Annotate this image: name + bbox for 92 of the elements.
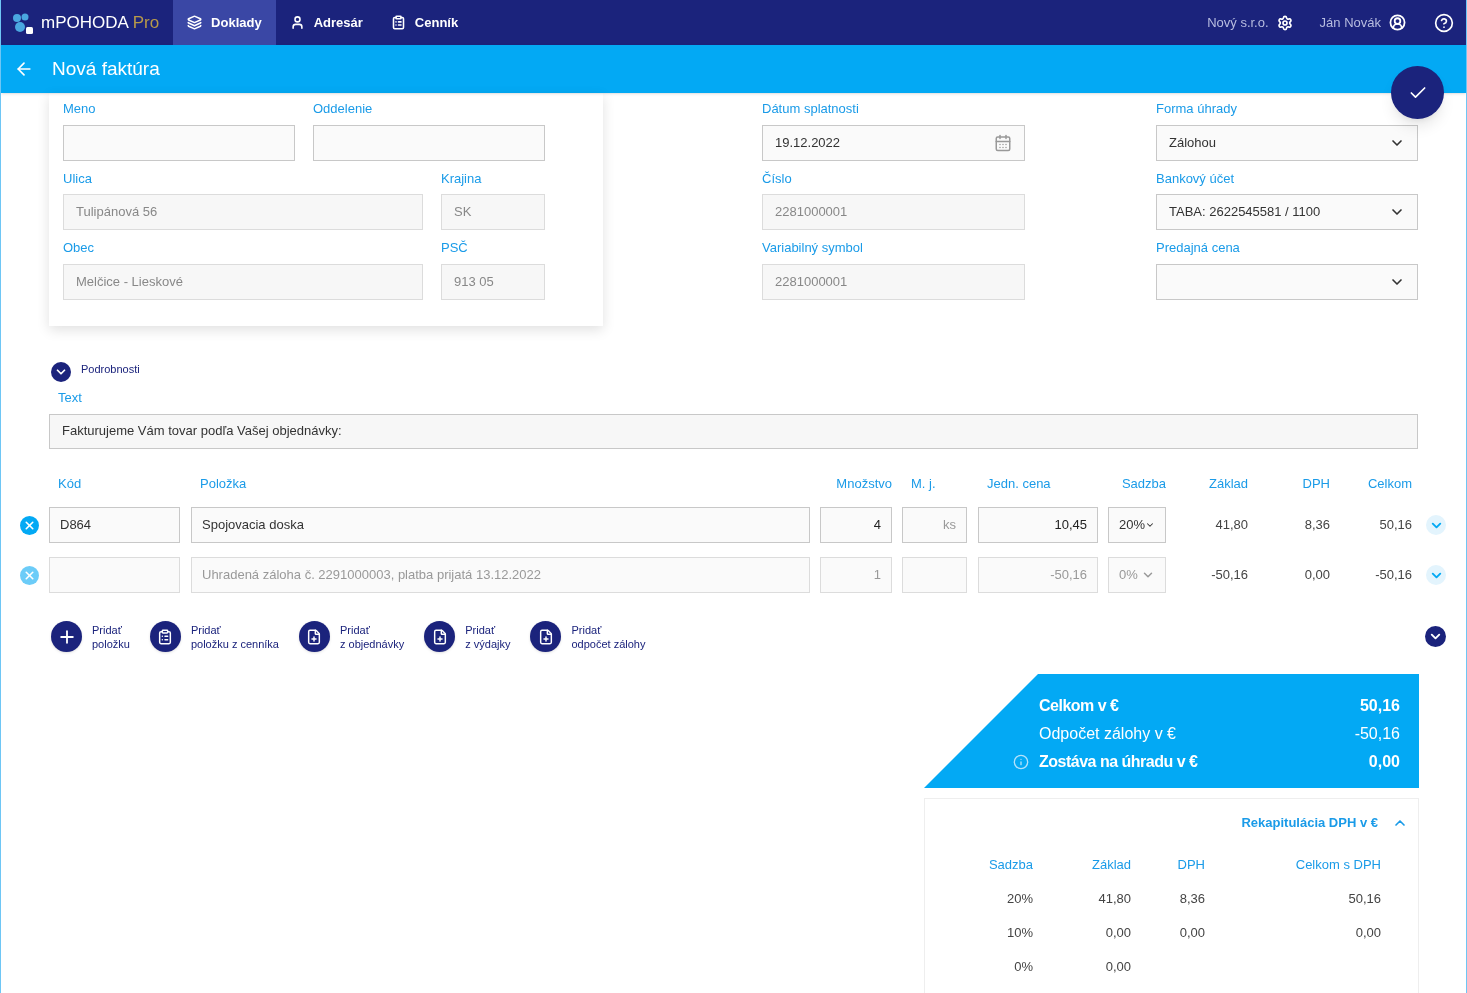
add-action-button[interactable]: Pridať z objednávky bbox=[299, 621, 405, 652]
input-field[interactable] bbox=[313, 124, 545, 161]
add-action-button[interactable]: Pridať položku bbox=[51, 621, 130, 652]
company-name: Nový s.r.o. bbox=[1207, 13, 1269, 32]
column-header: Kód bbox=[57, 474, 83, 493]
table-cell-text: 0% bbox=[1013, 957, 1033, 976]
table-cell-text: 8,36 bbox=[1178, 889, 1205, 908]
add-action-button[interactable]: Pridať odpočet zálohy bbox=[530, 621, 646, 652]
summary-label: Zostáva na úhradu v € bbox=[1039, 752, 1199, 772]
nav-tab[interactable]: Adresár bbox=[275, 0, 377, 45]
clipboard-icon bbox=[157, 628, 174, 645]
table-cell-text: 50,16 bbox=[1347, 889, 1381, 908]
column-header: Jedn. cena bbox=[986, 474, 1052, 493]
column-header: M. j. bbox=[910, 474, 937, 493]
summary-value: 0,00 bbox=[1368, 752, 1400, 772]
table-cell-text: 10% bbox=[1005, 923, 1033, 942]
table-cell-text: 0,00 bbox=[1178, 923, 1205, 942]
input-field[interactable]: Fakturujeme Vám tovar podľa Vašej objednávky: bbox=[49, 413, 1418, 449]
field-label: Meno bbox=[63, 100, 97, 118]
person-icon bbox=[289, 15, 305, 30]
nav-tab[interactable]: Doklady bbox=[173, 0, 276, 45]
input-field[interactable]: D864 bbox=[49, 507, 180, 543]
column-header: Sadzba bbox=[1120, 474, 1166, 493]
info-icon bbox=[1013, 754, 1029, 770]
dropdown[interactable] bbox=[1156, 263, 1418, 300]
table-cell-text: 41,80 bbox=[1214, 516, 1248, 535]
table-cell-text: -50,16 bbox=[1374, 566, 1412, 585]
calendar-icon bbox=[994, 133, 1012, 152]
summary-value: -50,16 bbox=[1354, 724, 1400, 744]
table-cell-text: 41,80 bbox=[1097, 889, 1131, 908]
document-plus-icon bbox=[306, 628, 323, 645]
layers-icon bbox=[187, 15, 203, 30]
close-icon bbox=[23, 568, 36, 582]
field-label: Forma úhrady bbox=[1156, 100, 1238, 118]
field-label: Obec bbox=[63, 239, 96, 257]
page-title: Nová faktúra bbox=[52, 56, 160, 81]
clipboard-icon bbox=[390, 15, 406, 30]
remove-button[interactable] bbox=[20, 515, 39, 535]
field-label: Bankový účet bbox=[1156, 169, 1236, 188]
table-cell-text: 0,00 bbox=[1104, 923, 1131, 942]
field-label: Ulica bbox=[63, 169, 93, 188]
column-header: DPH bbox=[1301, 474, 1330, 493]
add-action-button[interactable]: Pridať položku z cenníka bbox=[149, 621, 279, 652]
field-label: Variabilný symbol bbox=[762, 239, 864, 257]
brand-name: mPOHODA Pro bbox=[41, 11, 160, 34]
table-cell-text: -50,16 bbox=[1210, 566, 1248, 585]
user-name: Ján Novák bbox=[1319, 13, 1381, 32]
table-cell-text: 0,00 bbox=[1104, 957, 1131, 976]
column-header: Položka bbox=[199, 474, 248, 493]
table-cell-text: 8,36 bbox=[1303, 516, 1330, 535]
expand-button[interactable] bbox=[1425, 626, 1446, 647]
column-header: Sadzba bbox=[987, 855, 1033, 874]
column-header: Základ bbox=[1090, 855, 1131, 874]
field-label: Krajina bbox=[441, 169, 483, 188]
input-field[interactable]: 10,45 bbox=[978, 507, 1098, 543]
column-header: DPH bbox=[1176, 855, 1205, 874]
field-label: Číslo bbox=[762, 169, 793, 188]
settings-icon[interactable] bbox=[1276, 14, 1293, 31]
input-field[interactable] bbox=[63, 124, 295, 161]
field-label: PSČ bbox=[441, 239, 469, 257]
dropdown[interactable]: Zálohou bbox=[1156, 124, 1418, 161]
table-cell-text: 20% bbox=[1005, 889, 1033, 908]
input-field[interactable]: Spojovacia doska bbox=[191, 507, 810, 543]
help-icon[interactable] bbox=[1434, 12, 1454, 33]
section-title: Rekapitulácia DPH v € bbox=[1241, 814, 1378, 832]
dropdown[interactable]: 20% bbox=[1108, 507, 1166, 543]
column-header: Základ bbox=[1207, 474, 1248, 493]
user-icon[interactable] bbox=[1389, 14, 1406, 31]
expand-button[interactable] bbox=[51, 362, 71, 382]
field-label: Dátum splatnosti bbox=[762, 100, 860, 118]
column-header: Celkom bbox=[1366, 474, 1412, 493]
section-label: Podrobnosti bbox=[81, 361, 140, 377]
table-cell-text: 50,16 bbox=[1378, 516, 1412, 535]
input-field[interactable]: 4 bbox=[820, 507, 892, 543]
summary-value: 50,16 bbox=[1359, 696, 1400, 716]
nav-tab[interactable]: Cenník bbox=[376, 0, 473, 45]
summary-label: Celkom v € bbox=[1039, 696, 1120, 716]
column-header: Množstvo bbox=[835, 474, 892, 493]
close-icon bbox=[23, 518, 36, 532]
add-action-button[interactable]: Pridať z výdajky bbox=[424, 621, 511, 652]
field-label: Text bbox=[58, 389, 83, 407]
table-cell-text: 0,00 bbox=[1303, 566, 1330, 585]
logo-icon bbox=[11, 11, 33, 34]
date-field[interactable]: 19.12.2022 bbox=[762, 124, 1025, 161]
field-label: Oddelenie bbox=[313, 100, 374, 118]
document-plus-icon bbox=[431, 628, 448, 645]
summary-label: Odpočet zálohy v € bbox=[1039, 724, 1177, 744]
field-label: Predajná cena bbox=[1156, 239, 1241, 257]
dropdown[interactable]: TABA: 2622545581 / 1100 bbox=[1156, 194, 1418, 230]
column-header: Celkom s DPH bbox=[1294, 855, 1381, 874]
document-plus-icon bbox=[537, 628, 554, 645]
table-cell-text: 0,00 bbox=[1354, 923, 1381, 942]
